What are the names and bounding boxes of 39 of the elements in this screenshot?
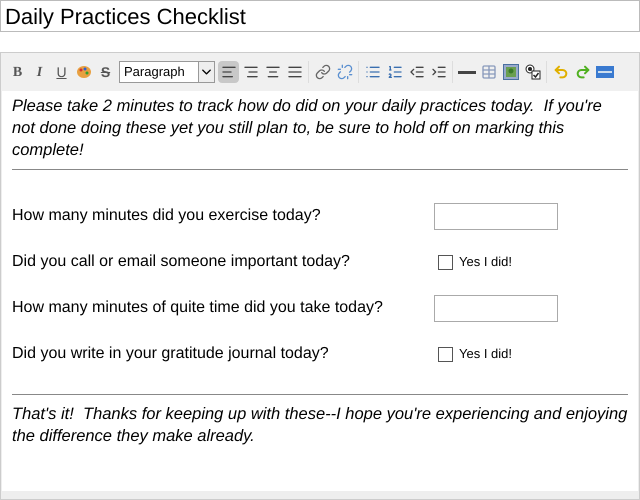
title-field[interactable]: Daily Practices Checklist [0,0,640,32]
redo-icon [574,64,590,80]
checkbox[interactable] [438,346,453,362]
checkbox-label: Yes I did! [459,345,512,364]
answer-field[interactable] [434,202,558,230]
format-select[interactable]: Paragraph [119,61,215,83]
answer-field[interactable] [434,294,558,322]
question-label: How many minutes did you exercise today? [12,206,322,226]
html-icon [596,66,614,78]
indent-icon [430,64,446,80]
italic-button[interactable]: I [29,61,50,83]
closing-text: That's it! Thanks for keeping up with these--I hope you're experiencing and enjoying the difference they make already. [12,404,628,447]
checkbox-label: Yes I did! [459,253,512,272]
align-justify-icon [286,64,302,80]
align-left-button[interactable] [218,61,239,83]
align-left-icon [220,64,236,80]
underline-button[interactable]: U [51,61,72,83]
intro-text: Please take 2 minutes to track how do did on your daily practices today. If you're not done doing these yet you still plan to, be sure to hold off on marking this complete! [12,96,603,161]
unlink-icon [336,64,352,80]
align-center-icon [264,64,280,80]
outdent-icon [408,64,424,80]
bulleted-list-icon [364,64,380,80]
image-button[interactable] [500,61,521,83]
question-label: Did you call or email someone important today? [12,252,351,272]
numbered-list-icon [386,64,402,80]
bold-button[interactable]: B [7,61,28,83]
question-label: How many minutes of quite time did you take today? [12,298,384,318]
align-right-icon [242,64,258,80]
undo-icon [552,64,568,80]
question-label: Did you write in your gratitude journal today? [12,344,330,364]
link-icon [314,64,330,80]
radio-checkbox-icon [524,64,540,80]
palette-icon [76,64,92,80]
horizontal-rule-icon [458,70,476,74]
table-icon [480,64,496,80]
caret-icon [198,62,214,82]
checkbox[interactable] [438,254,453,270]
strike-button[interactable]: S [95,61,116,83]
image-icon [502,64,518,80]
